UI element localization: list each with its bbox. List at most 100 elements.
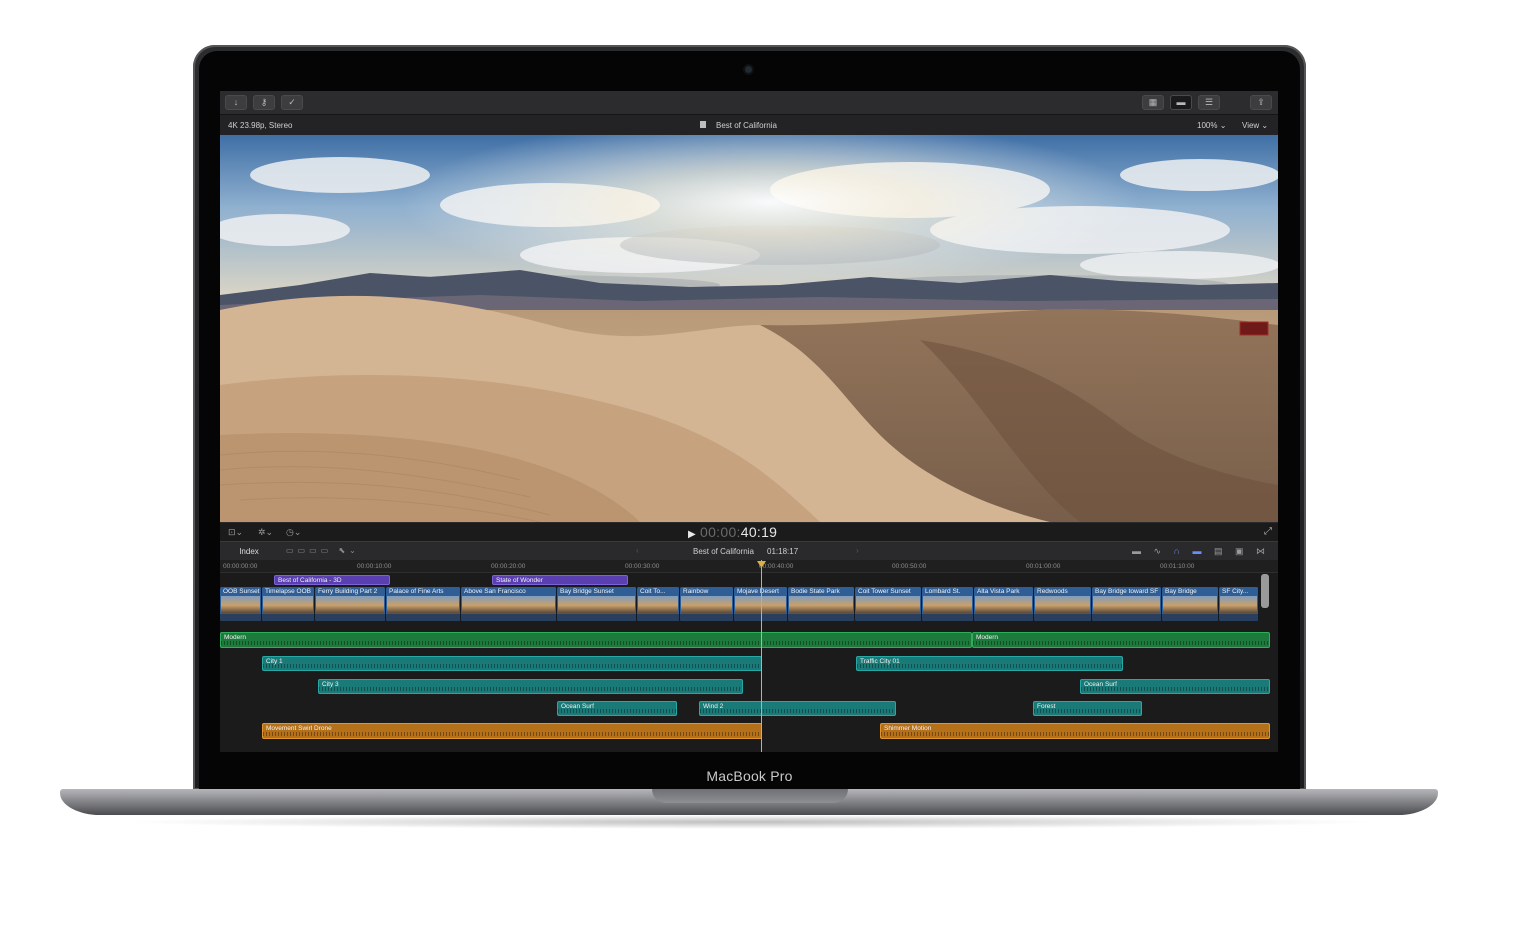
clip-thumbnail	[221, 596, 260, 613]
clip-thumbnail	[789, 596, 853, 613]
fx-clip[interactable]: Shimmer Motion	[880, 723, 1270, 739]
timecode-display[interactable]: ▶ 00:00:40:19	[688, 524, 777, 540]
clip-thumbnail	[681, 596, 732, 613]
video-clip[interactable]: Bay Bridge	[1162, 587, 1219, 621]
timeline-toggle-icon[interactable]: ▬	[1170, 95, 1192, 110]
video-clip[interactable]: Palace of Fine Arts	[386, 587, 461, 621]
video-clip[interactable]: Bay Bridge toward SF	[1092, 587, 1162, 621]
clip-waveform	[974, 614, 1033, 621]
ruler-label: 00:00:00:00	[223, 563, 258, 570]
clip-thumbnail	[638, 596, 678, 613]
video-clip[interactable]: Coit To...	[637, 587, 680, 621]
audio-clip[interactable]: Traffic City 01	[856, 656, 1123, 671]
audio-clip[interactable]: Ocean Surf	[557, 701, 677, 716]
clip-thumbnail	[923, 596, 972, 613]
timeline-view-controls-icon[interactable]: ▬ ∿ ∩ ▬ ▤ ▣ ⋈	[1132, 546, 1270, 557]
clip-waveform	[315, 614, 385, 621]
video-clip[interactable]: Bodie State Park	[788, 587, 855, 621]
index-button[interactable]: Index	[228, 545, 270, 558]
clip-thumbnail	[263, 596, 313, 613]
timeline-tracks[interactable]: Best of California - 3D State of Wonder …	[220, 573, 1278, 752]
forward-arrow-icon[interactable]: ›	[856, 546, 859, 555]
transform-icon[interactable]: ⊡⌄	[228, 527, 243, 538]
ruler-label: 00:00:10:00	[357, 563, 392, 570]
viewer-project-title: Best of California	[716, 121, 777, 130]
clip-label: OOB Sunset	[223, 588, 260, 595]
clip-waveform	[220, 614, 261, 621]
transport-bar: ⊡⌄ ✲⌄ ◷⌄ ▶ 00:00:40:19 ⤢	[220, 522, 1278, 541]
audio-clip[interactable]: Forest	[1033, 701, 1142, 716]
play-icon[interactable]: ▶	[688, 529, 696, 540]
edit-tools-icon[interactable]: ▭▭▭▭ ⬉⌄	[286, 546, 360, 555]
enhance-icon[interactable]: ✲⌄	[258, 527, 273, 538]
video-clip[interactable]: Coit Tower Sunset	[855, 587, 922, 621]
clip-thumbnail	[856, 596, 920, 613]
timecode-value: 40:19	[740, 524, 778, 540]
clip-label: Coit To...	[640, 588, 666, 595]
share-icon[interactable]: ⇪	[1250, 95, 1272, 110]
keyword-icon[interactable]: ⚷	[253, 95, 275, 110]
clip-thumbnail	[316, 596, 384, 613]
music-clip[interactable]: Modern	[220, 632, 972, 648]
clip-waveform	[461, 614, 556, 621]
timecode-dim: 00:00:	[700, 524, 741, 540]
clip-waveform	[857, 664, 1122, 668]
clip-label: Bodie State Park	[791, 588, 840, 595]
fx-clip[interactable]: Movement Swirl Drone	[262, 723, 762, 739]
video-clip[interactable]: Rainbow	[680, 587, 734, 621]
clip-waveform	[973, 641, 1269, 645]
view-menu-label: View	[1242, 121, 1260, 130]
device-label: MacBook Pro	[706, 768, 793, 784]
retime-icon[interactable]: ◷⌄	[286, 527, 301, 538]
clip-thumbnail	[462, 596, 555, 613]
video-clip[interactable]: Lombard St.	[922, 587, 974, 621]
clip-waveform	[1092, 614, 1161, 621]
video-clip[interactable]: Timelapse OOB	[262, 587, 315, 621]
clip-label: Redwoods	[1037, 588, 1068, 595]
audio-clip[interactable]: City 1	[262, 656, 762, 671]
clip-waveform	[788, 614, 854, 621]
clip-waveform	[637, 614, 679, 621]
video-clip[interactable]: Bay Bridge Sunset	[557, 587, 637, 621]
import-icon[interactable]: ↓	[225, 95, 247, 110]
clip-label: Coit Tower Sunset	[858, 588, 911, 595]
video-clip[interactable]: Above San Francisco	[461, 587, 557, 621]
clip-waveform	[1162, 614, 1218, 621]
clip-waveform	[386, 614, 460, 621]
clip-label: Palace of Fine Arts	[389, 588, 444, 595]
video-clip[interactable]: Alta Vista Park	[974, 587, 1034, 621]
clip-label: Lombard St.	[925, 588, 961, 595]
browser-toggle-icon[interactable]: ▦	[1142, 95, 1164, 110]
video-clip[interactable]: SF City...	[1219, 587, 1259, 621]
back-arrow-icon[interactable]: ‹	[636, 546, 639, 555]
clip-waveform	[700, 709, 895, 713]
video-clip[interactable]: Redwoods	[1034, 587, 1092, 621]
music-clip[interactable]: Modern	[972, 632, 1270, 648]
video-viewer[interactable]	[220, 135, 1278, 522]
clip-waveform	[319, 687, 742, 691]
clip-label: Bay Bridge Sunset	[560, 588, 614, 595]
video-clip[interactable]: OOB Sunset	[220, 587, 262, 621]
video-clip[interactable]: Ferry Building Part 2	[315, 587, 386, 621]
clip-waveform	[1034, 709, 1141, 713]
laptop-shadow	[120, 815, 1380, 829]
title-clip[interactable]: State of Wonder	[492, 575, 628, 585]
timeline-scrollbar[interactable]	[1261, 574, 1269, 608]
audio-clip[interactable]: City 3	[318, 679, 743, 694]
zoom-menu[interactable]: 100% ⌄	[1197, 121, 1226, 130]
clip-label: Timelapse OOB	[265, 588, 311, 595]
inspector-toggle-icon[interactable]: ☰	[1198, 95, 1220, 110]
timeline-ruler[interactable]: 00:00:00:00 00:00:10:00 00:00:20:00 00:0…	[220, 560, 1278, 573]
clip-waveform	[263, 732, 761, 736]
clip-thumbnail	[387, 596, 459, 613]
audio-clip[interactable]: Wind 2	[699, 701, 896, 716]
audio-clip[interactable]: Ocean Surf	[1080, 679, 1270, 694]
clip-waveform	[262, 614, 314, 621]
title-clip[interactable]: Best of California - 3D	[274, 575, 390, 585]
zoom-value: 100%	[1197, 121, 1218, 130]
clip-thumbnail	[558, 596, 635, 613]
view-menu[interactable]: View ⌄	[1242, 121, 1268, 130]
playhead[interactable]	[761, 560, 762, 752]
background-tasks-icon[interactable]: ✓	[281, 95, 303, 110]
fullscreen-icon[interactable]: ⤢	[1264, 526, 1272, 537]
